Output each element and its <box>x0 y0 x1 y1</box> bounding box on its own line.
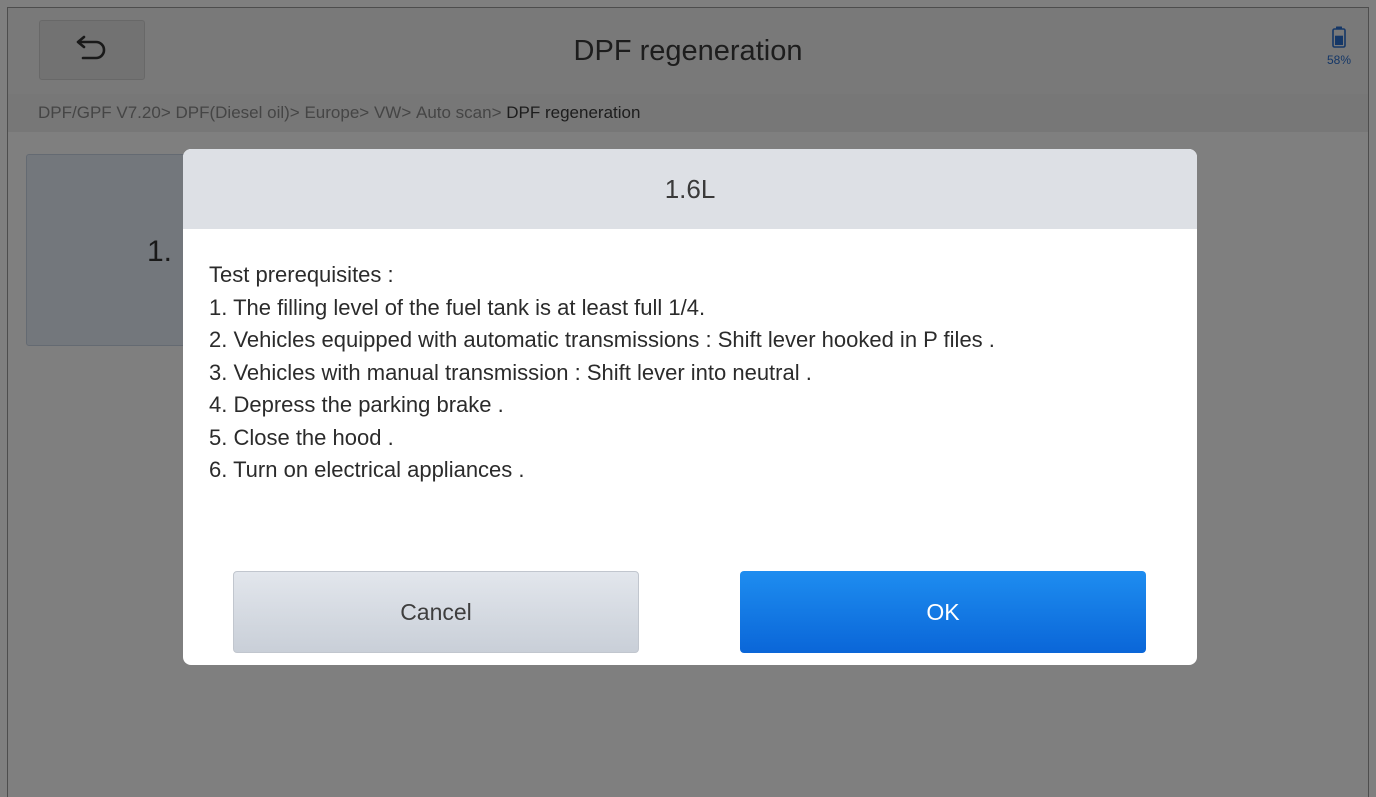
app-screen: DPF regeneration 58% DPF/GPF V7.20> DPF(… <box>0 0 1376 797</box>
prerequisite-item: 5. Close the hood . <box>209 424 394 450</box>
dialog-body: Test prerequisites : 1. The filling leve… <box>183 229 1197 487</box>
dialog-actions: Cancel OK <box>233 571 1147 653</box>
ok-button[interactable]: OK <box>740 571 1146 653</box>
prerequisite-item: 6. Turn on electrical appliances . <box>209 457 525 482</box>
cancel-button[interactable]: Cancel <box>233 571 639 653</box>
prerequisite-item: 2. Vehicles equipped with automatic tran… <box>209 327 995 352</box>
dialog-title: 1.6L <box>183 149 1197 229</box>
prerequisite-item: 4. Depress the parking brake . <box>209 392 504 417</box>
prerequisites-heading: Test prerequisites : <box>209 262 394 287</box>
prerequisite-item: 1. The filling level of the fuel tank is… <box>209 294 706 320</box>
prerequisites-dialog: 1.6L Test prerequisites : 1. The filling… <box>183 149 1197 665</box>
prerequisite-item: 3. Vehicles with manual transmission : S… <box>209 359 812 385</box>
